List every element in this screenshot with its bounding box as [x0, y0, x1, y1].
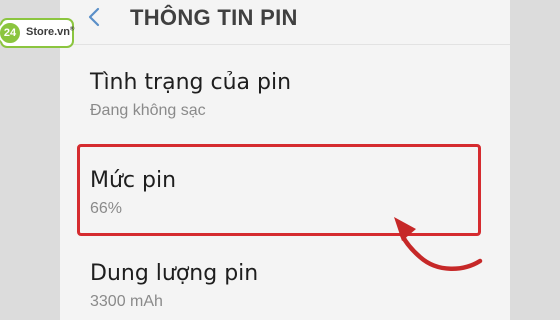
- item-title: Tình trạng của pin: [90, 70, 292, 95]
- list-item-battery-status[interactable]: Tình trạng của pin Đang không sạc: [60, 60, 510, 130]
- header-divider: [60, 44, 510, 45]
- left-margin: [0, 0, 60, 320]
- logo-text: Store.vn®: [26, 26, 75, 38]
- store-logo: 24 Store.vn®: [0, 18, 74, 48]
- item-value: Đang không sạc: [90, 102, 206, 119]
- page-title: THÔNG TIN PIN: [130, 5, 298, 30]
- app-header: THÔNG TIN PIN: [60, 0, 510, 44]
- back-icon[interactable]: [84, 6, 106, 28]
- logo-badge: 24: [0, 21, 22, 45]
- item-value: 3300 mAh: [90, 293, 163, 310]
- item-title: Dung lượng pin: [90, 261, 259, 286]
- pointer-arrow-icon: [394, 217, 483, 271]
- right-margin: [510, 0, 560, 320]
